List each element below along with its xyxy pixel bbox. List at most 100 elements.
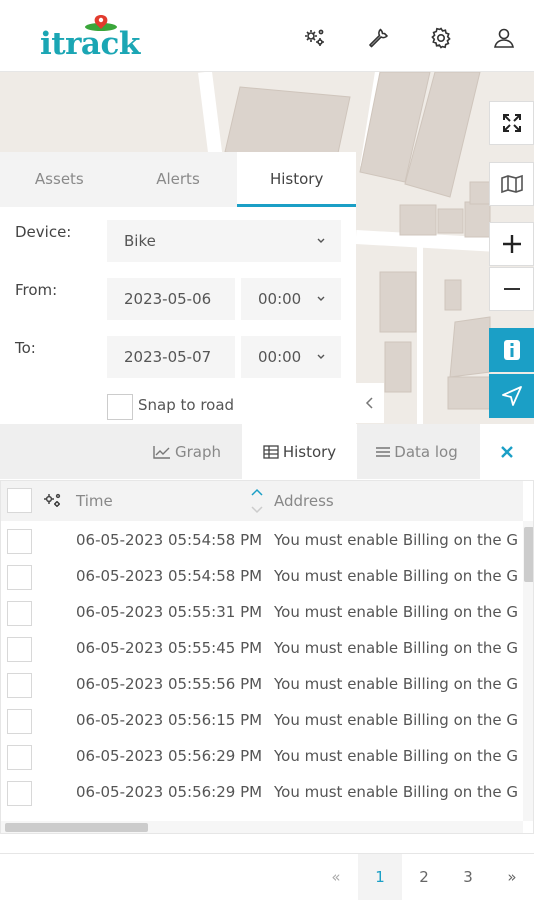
row-checkbox[interactable]	[7, 601, 32, 626]
map-layers-button[interactable]	[489, 162, 534, 206]
row-address: You must enable Billing on the Google Cl…	[274, 747, 518, 765]
table-row[interactable]: 06-05-2023 05:55:31 PM You must enable B…	[1, 597, 523, 633]
device-value: Bike	[124, 232, 156, 250]
device-label: Device:	[15, 223, 72, 241]
tab-graph[interactable]: Graph	[132, 424, 242, 479]
table-row[interactable]: 06-05-2023 05:55:56 PM You must enable B…	[1, 669, 523, 705]
row-checkbox[interactable]	[7, 709, 32, 734]
row-address: You must enable Billing on the Google Cl…	[274, 567, 518, 585]
column-settings-icon[interactable]	[43, 492, 63, 514]
row-checkbox[interactable]	[7, 781, 32, 806]
zoom-out-icon	[503, 288, 520, 290]
device-select[interactable]: Bike	[107, 220, 341, 262]
sort-icon[interactable]	[250, 487, 264, 519]
column-address-header[interactable]: Address	[274, 492, 334, 510]
to-time-value: 00:00	[258, 348, 302, 366]
table-row[interactable]: 06-05-2023 05:55:45 PM You must enable B…	[1, 633, 523, 669]
history-table: Time Address 06-05-2023 05:54:58 PM You …	[0, 480, 534, 834]
row-address: You must enable Billing on the Google Cl…	[274, 531, 518, 549]
navigation-icon	[501, 386, 522, 406]
page-3-button[interactable]: 3	[446, 854, 490, 900]
table-icon	[263, 444, 279, 459]
row-time: 06-05-2023 05:56:15 PM	[76, 711, 263, 729]
chevron-down-icon	[317, 238, 325, 243]
tab-assets[interactable]: Assets	[0, 152, 119, 207]
table-row[interactable]: 06-05-2023 05:54:58 PM You must enable B…	[1, 561, 523, 597]
from-time-value: 00:00	[258, 290, 302, 308]
horizontal-scrollbar[interactable]	[1, 821, 523, 833]
tab-data-log-label: Data log	[394, 442, 458, 461]
row-time: 06-05-2023 05:55:31 PM	[76, 603, 263, 621]
row-address: You must enable Billing on the Google Cl…	[274, 603, 518, 621]
tab-history-log-label: History	[282, 442, 337, 461]
next-page-button[interactable]: »	[490, 854, 534, 900]
row-time: 06-05-2023 05:54:58 PM	[76, 567, 263, 585]
row-address: You must enable Billing on the Google Cl…	[274, 675, 518, 693]
map-layers-icon	[500, 174, 523, 194]
info-button[interactable]	[489, 328, 534, 372]
zoom-in-button[interactable]	[489, 222, 534, 266]
table-row[interactable]: 06-05-2023 05:54:58 PM You must enable B…	[1, 525, 523, 561]
row-checkbox[interactable]	[7, 673, 32, 698]
snap-to-road-label: Snap to road	[138, 396, 235, 414]
row-address: You must enable Billing on the Google Cl…	[274, 639, 518, 657]
panel-tabs: Assets Alerts History	[0, 152, 357, 207]
zoom-out-button[interactable]	[489, 267, 534, 311]
line-chart-icon	[153, 445, 170, 459]
table-row[interactable]: 06-05-2023 05:56:29 PM You must enable B…	[1, 777, 523, 813]
zoom-in-icon	[502, 235, 521, 253]
bottom-toolbar: Graph History Data log	[0, 424, 534, 479]
from-label: From:	[15, 281, 58, 299]
table-header: Time Address	[1, 481, 523, 521]
wrench-icon[interactable]	[366, 26, 390, 50]
gear-icon[interactable]	[429, 26, 453, 50]
horizontal-scrollbar-thumb[interactable]	[5, 823, 148, 832]
column-time-header[interactable]: Time	[76, 492, 113, 510]
navigation-button[interactable]	[489, 374, 534, 418]
row-checkbox[interactable]	[7, 637, 32, 662]
row-address: You must enable Billing on the Google Cl…	[274, 711, 518, 729]
row-time: 06-05-2023 05:55:56 PM	[76, 675, 263, 693]
tab-history-log[interactable]: History	[242, 424, 357, 479]
select-all-checkbox[interactable]	[7, 488, 32, 513]
table-row[interactable]: 06-05-2023 05:56:15 PM You must enable B…	[1, 705, 523, 741]
info-icon	[503, 340, 520, 360]
close-bottom-panel-button[interactable]	[480, 424, 534, 479]
history-panel: Assets Alerts History Device: Bike From:…	[0, 152, 357, 424]
tab-graph-label: Graph	[174, 442, 221, 461]
tab-data-log[interactable]: Data log	[357, 424, 477, 479]
logo-text: itrack	[40, 26, 140, 62]
row-time: 06-05-2023 05:56:29 PM	[76, 783, 263, 801]
tab-alerts[interactable]: Alerts	[119, 152, 238, 207]
row-checkbox[interactable]	[7, 565, 32, 590]
chevron-left-icon	[365, 397, 373, 409]
prev-page-button[interactable]: «	[314, 854, 358, 900]
close-icon	[501, 445, 513, 458]
row-time: 06-05-2023 05:55:45 PM	[76, 639, 263, 657]
fullscreen-button[interactable]	[489, 101, 534, 145]
page-2-button[interactable]: 2	[402, 854, 446, 900]
to-time-select[interactable]: 00:00	[241, 336, 341, 378]
collapse-panel-button[interactable]	[356, 383, 384, 423]
snap-to-road-checkbox[interactable]	[107, 394, 133, 420]
table-row[interactable]: 06-05-2023 05:56:29 PM You must enable B…	[1, 741, 523, 777]
from-date-input[interactable]: 2023-05-06	[107, 278, 235, 320]
row-checkbox[interactable]	[7, 529, 32, 554]
page-1-button[interactable]: 1	[358, 854, 402, 900]
settings-group-icon[interactable]	[303, 26, 327, 50]
list-icon	[376, 446, 391, 457]
to-date-value: 2023-05-07	[124, 348, 212, 366]
row-checkbox[interactable]	[7, 745, 32, 770]
from-date-value: 2023-05-06	[124, 290, 212, 308]
vertical-scrollbar-thumb[interactable]	[524, 527, 533, 582]
user-icon[interactable]	[492, 26, 516, 50]
to-date-input[interactable]: 2023-05-07	[107, 336, 235, 378]
chevron-down-icon	[317, 296, 325, 301]
itrack-logo[interactable]: itrack	[40, 14, 160, 62]
from-time-select[interactable]: 00:00	[241, 278, 341, 320]
tab-history[interactable]: History	[237, 152, 357, 207]
chevron-down-icon	[317, 354, 325, 359]
vertical-scrollbar[interactable]	[523, 521, 533, 821]
pagination: « 1 2 3 »	[0, 853, 534, 900]
row-time: 06-05-2023 05:54:58 PM	[76, 531, 263, 549]
